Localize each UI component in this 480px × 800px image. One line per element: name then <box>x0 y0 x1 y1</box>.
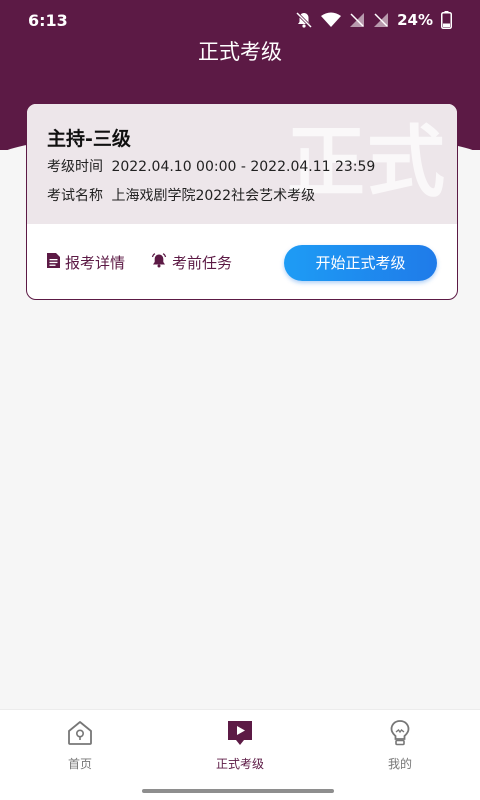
bottom-tab-bar: 首页 正式考级 我的 <box>0 709 480 780</box>
tab-exam-label: 正式考级 <box>215 757 264 771</box>
status-bar: 6:13 24% <box>0 0 480 40</box>
tab-mine-label: 我的 <box>387 757 412 771</box>
registration-details-label: 报考详情 <box>65 254 126 272</box>
exam-time-label: 考级时间 <box>47 159 103 175</box>
bulb-icon <box>385 718 415 751</box>
notifications-off-icon <box>295 11 313 29</box>
status-icons: 24% <box>295 11 452 29</box>
exam-name-value: 上海戏剧学院2022社会艺术考级 <box>111 188 316 204</box>
exam-card-actions: 报考详情 考前任务 开始正式考级 <box>27 224 457 299</box>
gesture-handle[interactable] <box>142 789 334 793</box>
exam-card-info: 正式 主持-三级 考级时间 2022.04.10 00:00 - 2022.04… <box>27 104 457 224</box>
exam-name-row: 考试名称 上海戏剧学院2022社会艺术考级 <box>47 185 315 205</box>
exam-time-value: 2022.04.10 00:00 - 2022.04.11 23:59 <box>111 159 376 175</box>
registration-details-link[interactable]: 报考详情 <box>47 252 125 273</box>
tab-mine[interactable]: 我的 <box>320 710 480 780</box>
status-time: 6:13 <box>28 10 68 30</box>
tab-home-label: 首页 <box>67 757 92 771</box>
page-title: 正式考级 <box>198 40 282 64</box>
exam-card: 正式 主持-三级 考级时间 2022.04.10 00:00 - 2022.04… <box>26 103 458 300</box>
battery-level: 24% <box>397 11 433 29</box>
document-icon <box>47 253 60 272</box>
exam-name-label: 考试名称 <box>47 188 103 204</box>
pre-exam-tasks-label: 考前任务 <box>172 254 233 272</box>
bell-icon <box>151 253 167 272</box>
signal-off-icon-2 <box>373 12 389 28</box>
exam-time-row: 考级时间 2022.04.10 00:00 - 2022.04.11 23:59 <box>47 156 375 176</box>
exam-play-icon <box>225 718 255 751</box>
exam-title: 主持-三级 <box>47 128 131 150</box>
wifi-icon <box>321 12 342 28</box>
home-icon <box>65 718 95 751</box>
start-exam-button[interactable]: 开始正式考级 <box>284 244 437 281</box>
battery-icon <box>441 11 452 29</box>
pre-exam-tasks-link[interactable]: 考前任务 <box>151 252 232 273</box>
tab-exam[interactable]: 正式考级 <box>160 710 320 780</box>
signal-off-icon <box>349 12 365 28</box>
tab-home[interactable]: 首页 <box>0 710 160 780</box>
